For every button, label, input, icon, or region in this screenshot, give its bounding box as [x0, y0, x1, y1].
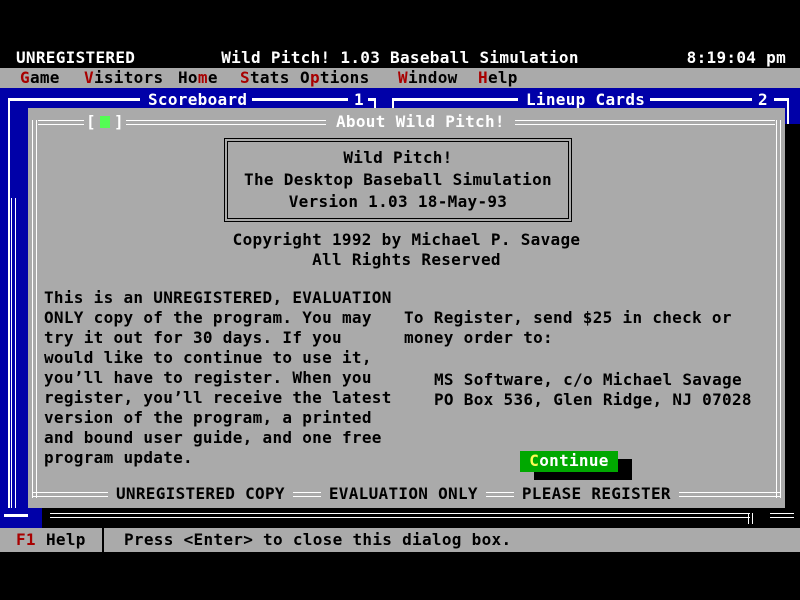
status-separator: [102, 528, 104, 552]
frame-line: [515, 120, 775, 125]
menu-options[interactable]: Options: [300, 68, 370, 88]
continue-button[interactable]: Continue: [520, 451, 618, 472]
status-message: Press <Enter> to close this dialog box.: [124, 530, 511, 550]
register-instructions: To Register, send $25 in check or money …: [404, 308, 732, 348]
dos-screen: UNREGISTERED Wild Pitch! 1.03 Baseball S…: [0, 0, 800, 600]
f1-hotkey[interactable]: F1: [16, 530, 36, 550]
background-window-bottom-border: [50, 513, 750, 518]
help-label[interactable]: Help: [46, 530, 86, 550]
menu-window[interactable]: Window: [398, 68, 458, 88]
background-window-bottom-border: [770, 513, 794, 518]
close-bracket: [: [86, 112, 96, 132]
about-dialog: [] About Wild Pitch! Wild Pitch! The Des…: [28, 108, 785, 508]
close-bracket: ]: [114, 112, 124, 132]
frame-line: [392, 98, 518, 101]
close-button[interactable]: []: [84, 112, 126, 132]
about-box-text: Wild Pitch! The Desktop Baseball Simulat…: [227, 141, 569, 219]
frame-line: [650, 98, 752, 101]
menu-bar: Game Visitors Home Stats Options Window …: [0, 68, 800, 88]
background-window-corner-block: [0, 508, 28, 528]
menu-stats[interactable]: Stats: [240, 68, 290, 88]
badge-please-register: PLEASE REGISTER: [514, 484, 679, 504]
about-box: Wild Pitch! The Desktop Baseball Simulat…: [224, 138, 572, 222]
badge-unregistered-copy: UNREGISTERED COPY: [108, 484, 293, 504]
close-icon: [100, 116, 110, 128]
menu-visitors[interactable]: Visitors: [84, 68, 163, 88]
menu-home[interactable]: Home: [178, 68, 218, 88]
frame-line: [38, 120, 84, 125]
status-bar: F1 Help Press <Enter> to close this dial…: [0, 528, 800, 552]
window-title-scoreboard: Scoreboard: [148, 90, 247, 110]
app-titlebar: UNREGISTERED Wild Pitch! 1.03 Baseball S…: [0, 48, 800, 68]
menu-game[interactable]: Game: [20, 68, 60, 88]
badge-evaluation-only: EVALUATION ONLY: [321, 484, 486, 504]
dialog-border-left: [32, 120, 37, 498]
dialog-footer: UNREGISTERED COPY EVALUATION ONLY PLEASE…: [32, 484, 781, 504]
frame-corner: [787, 98, 789, 126]
window-title-lineup: Lineup Cards: [526, 90, 645, 110]
frame-line: [679, 492, 781, 497]
dialog-title: About Wild Pitch!: [326, 112, 515, 132]
frame-line: [293, 492, 321, 497]
frame-line: [4, 514, 28, 517]
menu-help[interactable]: Help: [478, 68, 518, 88]
scoreboard-left-border: [8, 98, 10, 508]
dialog-titlebar: [] About Wild Pitch!: [32, 112, 781, 132]
dialog-shadow-bottom: [42, 508, 800, 528]
background-window-border: [11, 198, 16, 508]
dialog-border-right: [776, 120, 781, 498]
evaluation-paragraph: This is an UNREGISTERED, EVALUATION ONLY…: [44, 288, 392, 468]
frame-line: [126, 120, 326, 125]
window-number-scoreboard: 1: [354, 90, 364, 110]
dialog-shadow-right: [785, 124, 800, 508]
copyright-text: Copyright 1992 by Michael P. Savage All …: [28, 230, 785, 270]
register-address: MS Software, c/o Michael Savage PO Box 5…: [434, 370, 752, 410]
frame-line: [486, 492, 514, 497]
window-number-lineup: 2: [758, 90, 768, 110]
frame-line: [32, 492, 108, 497]
frame-line: [8, 98, 140, 101]
background-window-corner: [748, 513, 753, 524]
clock: 8:19:04 pm: [687, 48, 786, 68]
frame-line: [252, 98, 348, 101]
app-title: Wild Pitch! 1.03 Baseball Simulation: [0, 48, 800, 68]
